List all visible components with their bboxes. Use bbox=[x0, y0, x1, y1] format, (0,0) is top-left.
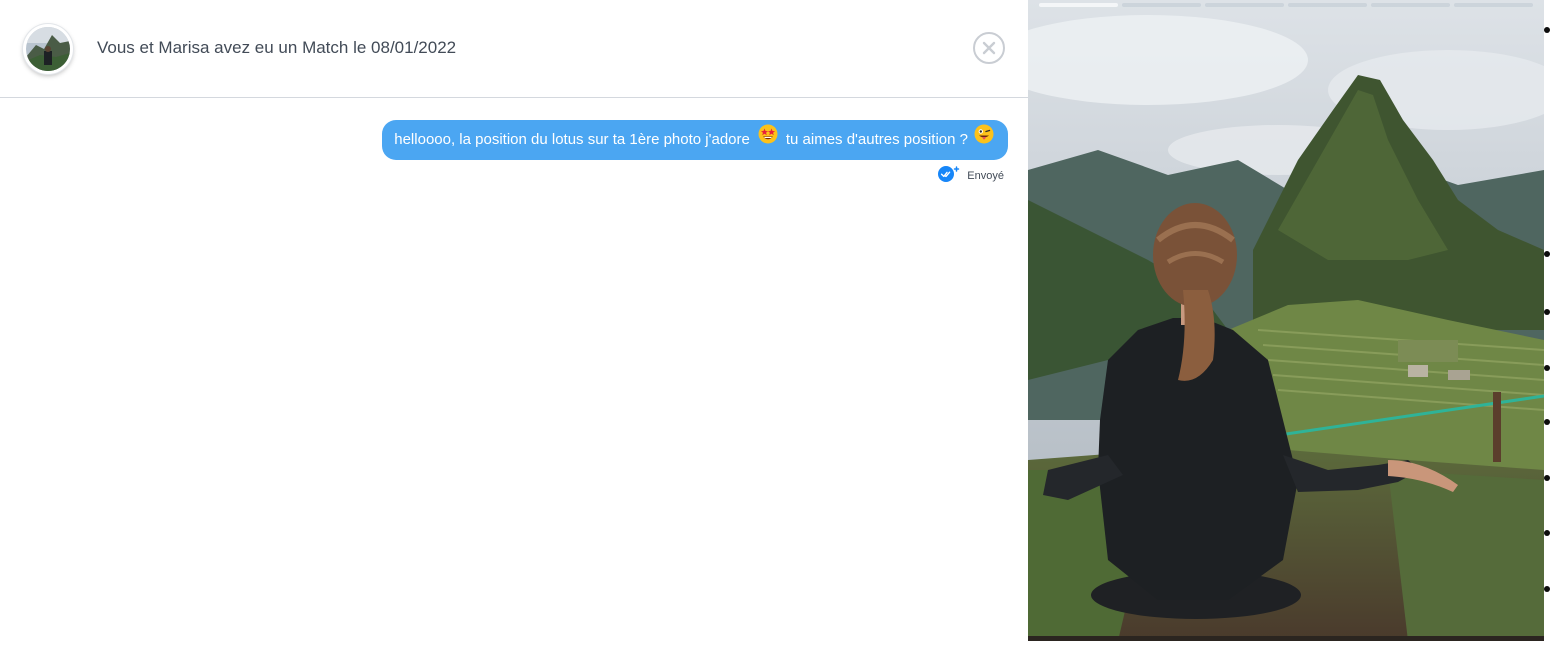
rail-dot[interactable] bbox=[1544, 530, 1550, 536]
photo-progress-segment[interactable] bbox=[1205, 3, 1284, 7]
profile-photo bbox=[1028, 0, 1544, 641]
photo-progress-segment[interactable] bbox=[1371, 3, 1450, 7]
rail-dot[interactable] bbox=[1544, 309, 1550, 315]
match-title: Vous et Marisa avez eu un Match le 08/01… bbox=[97, 38, 457, 57]
message-text-part2: tu aimes d'autres position ? bbox=[785, 131, 968, 148]
side-rail bbox=[1544, 0, 1554, 645]
double-check-icon bbox=[937, 165, 961, 188]
match-avatar[interactable] bbox=[23, 24, 73, 74]
message-status: Envoyé bbox=[937, 165, 1004, 188]
rail-dot[interactable] bbox=[1544, 251, 1550, 257]
photo-progress-bar bbox=[1039, 3, 1533, 7]
close-button[interactable] bbox=[973, 32, 1005, 64]
star-struck-emoji-icon bbox=[758, 120, 778, 160]
rail-dot[interactable] bbox=[1544, 586, 1550, 592]
photo-progress-segment[interactable] bbox=[1454, 3, 1533, 7]
rail-dot[interactable] bbox=[1544, 475, 1550, 481]
photo-progress-segment[interactable] bbox=[1288, 3, 1367, 7]
rail-dot[interactable] bbox=[1544, 365, 1550, 371]
avatar-photo bbox=[26, 27, 70, 71]
rail-dot[interactable] bbox=[1544, 419, 1550, 425]
photo-progress-segment[interactable] bbox=[1039, 3, 1118, 7]
chat-header: Vous et Marisa avez eu un Match le 08/01… bbox=[0, 0, 1028, 98]
message-bubble[interactable]: helloooo, la position du lotus sur ta 1è… bbox=[382, 120, 1008, 160]
close-icon bbox=[982, 41, 996, 55]
tongue-out-emoji-icon bbox=[974, 120, 994, 160]
chat-pane: Vous et Marisa avez eu un Match le 08/01… bbox=[0, 0, 1028, 645]
message-list[interactable]: helloooo, la position du lotus sur ta 1è… bbox=[0, 99, 1028, 645]
profile-photo-panel[interactable] bbox=[1028, 0, 1544, 641]
rail-dot[interactable] bbox=[1544, 27, 1550, 33]
photo-progress-segment[interactable] bbox=[1122, 3, 1201, 7]
message-status-text: Envoyé bbox=[967, 170, 1004, 182]
message-text-part1: helloooo, la position du lotus sur ta 1è… bbox=[394, 131, 750, 148]
